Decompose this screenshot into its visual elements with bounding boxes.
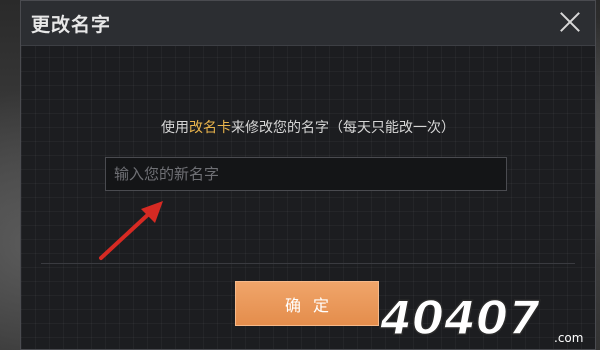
rename-instruction: 使用改名卡来修改您的名字（每天只能改一次） [21, 117, 595, 137]
watermark-text: 40407 [379, 291, 540, 345]
watermark-logo: 40407 .com [378, 290, 583, 346]
instruction-prefix: 使用 [161, 120, 189, 136]
confirm-button[interactable]: 确定 [235, 281, 379, 326]
watermark-dotcom: .com [554, 331, 583, 345]
new-name-input[interactable] [105, 157, 507, 191]
footer-divider [41, 263, 575, 264]
close-icon[interactable] [555, 7, 585, 37]
rename-card-highlight: 改名卡 [189, 120, 231, 136]
instruction-suffix: 来修改您的名字（每天只能改一次） [231, 120, 455, 136]
dialog-titlebar: 更改名字 [21, 1, 595, 46]
dialog-title: 更改名字 [31, 14, 112, 36]
red-arrow-icon [99, 201, 163, 260]
